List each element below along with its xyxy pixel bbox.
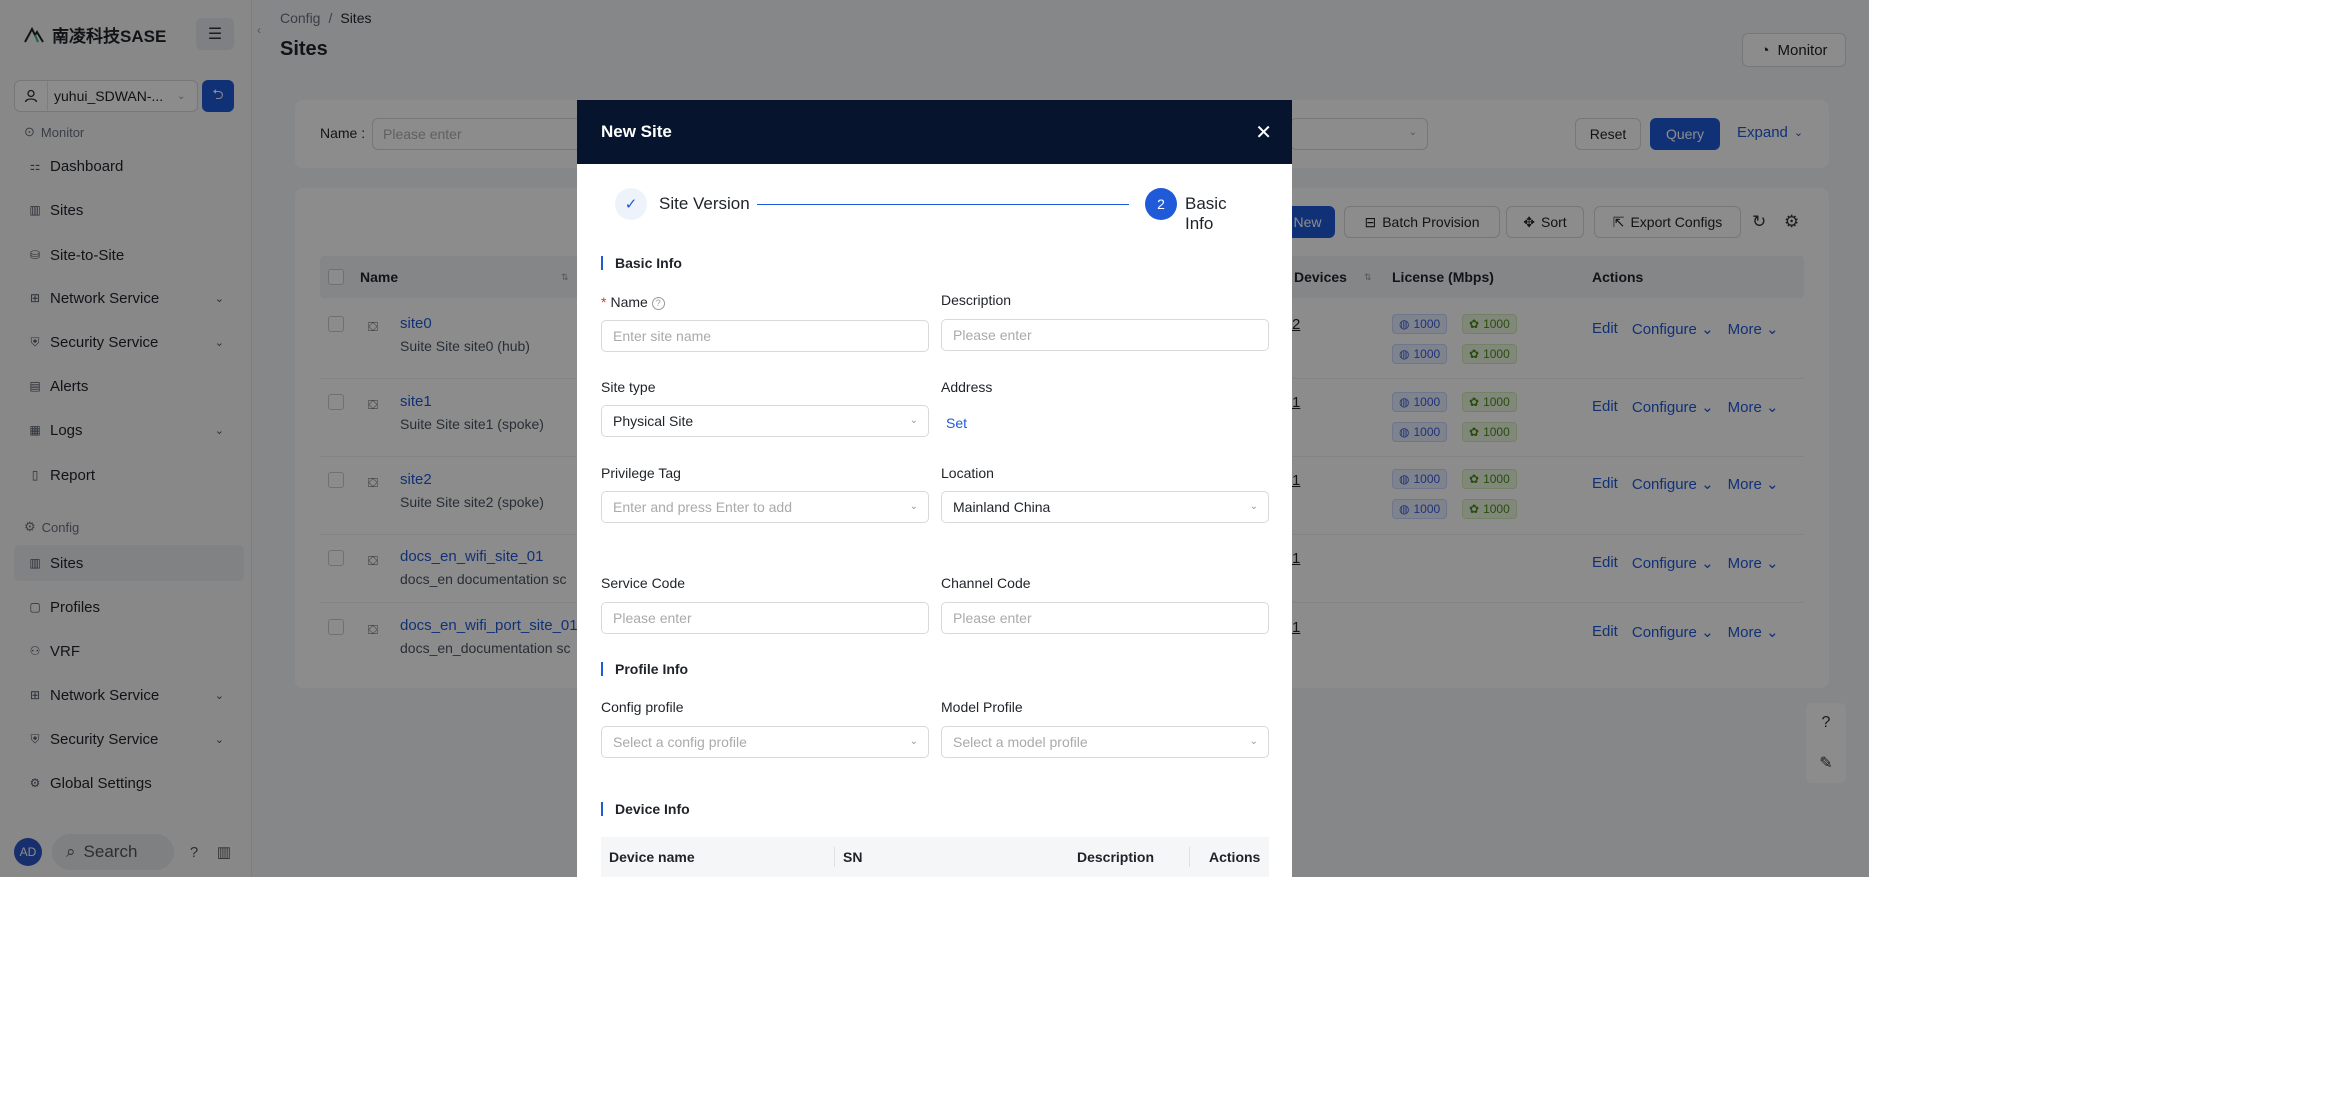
location-label: Location xyxy=(941,465,994,481)
help-icon[interactable]: ? xyxy=(651,297,665,310)
service-code-input[interactable]: Please enter xyxy=(601,602,929,634)
site-type-label: Site type xyxy=(601,379,656,395)
device-column-sn: SN xyxy=(843,849,863,865)
app-window: 南凌科技SASE ☰ yuhui_SDWAN-... ⌄ ⮌ ⊙ Monitor … xyxy=(0,0,1869,877)
privilege-tag-placeholder: Enter and press Enter to add xyxy=(613,499,792,515)
address-label: Address xyxy=(941,379,993,395)
location-value: Mainland China xyxy=(953,499,1051,515)
location-select[interactable]: Mainland China ⌄ xyxy=(941,491,1269,523)
step-basic-info: Basic Info xyxy=(1185,194,1227,233)
model-profile-label: Model Profile xyxy=(941,699,1023,715)
channel-code-input[interactable]: Please enter xyxy=(941,602,1269,634)
new-site-modal: New Site ✕ ✓ Site Version 2 Basic Info B… xyxy=(577,100,1292,877)
service-code-label: Service Code xyxy=(601,575,686,591)
chevron-down-icon: ⌄ xyxy=(1249,501,1258,512)
address-set-link[interactable]: Set xyxy=(946,415,967,431)
config-profile-select[interactable]: Select a config profile ⌄ xyxy=(601,726,929,758)
basic-info-section-title: Basic Info xyxy=(601,256,682,270)
step-connector xyxy=(757,204,1129,205)
model-profile-placeholder: Select a model profile xyxy=(953,734,1088,750)
modal-title: New Site xyxy=(601,122,672,141)
device-column-description: Description xyxy=(1077,849,1155,865)
site-type-select[interactable]: Physical Site ⌄ xyxy=(601,405,929,437)
privilege-tag-input[interactable]: Enter and press Enter to add ⌄ xyxy=(601,491,929,523)
config-profile-placeholder: Select a config profile xyxy=(613,734,747,750)
config-profile-label: Config profile xyxy=(601,699,684,715)
device-table-header: Device name SN Description Actions xyxy=(601,837,1269,877)
description-label: Description xyxy=(941,292,1012,308)
step-number: 2 xyxy=(1145,188,1177,220)
description-input[interactable]: Please enter xyxy=(941,319,1269,351)
site-name-input[interactable]: Enter site name xyxy=(601,320,929,352)
stepper: ✓ Site Version 2 Basic Info xyxy=(615,188,1255,233)
step-site-version[interactable]: Site Version xyxy=(659,194,750,214)
site-type-value: Physical Site xyxy=(613,413,694,429)
chevron-down-icon: ⌄ xyxy=(909,736,918,747)
privilege-tag-label: Privilege Tag xyxy=(601,465,681,481)
chevron-down-icon: ⌄ xyxy=(909,415,918,426)
profile-info-section-title: Profile Info xyxy=(601,662,688,676)
device-column-actions: Actions xyxy=(1209,849,1261,865)
close-icon[interactable]: ✕ xyxy=(1255,120,1272,145)
modal-header: New Site ✕ xyxy=(577,100,1292,164)
column-divider xyxy=(834,847,835,867)
name-label-text: Name xyxy=(610,294,648,310)
model-profile-select[interactable]: Select a model profile ⌄ xyxy=(941,726,1269,758)
chevron-down-icon: ⌄ xyxy=(1249,736,1258,747)
name-label: * Name? xyxy=(601,294,665,310)
channel-code-label: Channel Code xyxy=(941,575,1031,591)
device-info-section-title: Device Info xyxy=(601,802,690,816)
column-divider xyxy=(1189,847,1190,867)
chevron-down-icon: ⌄ xyxy=(909,501,918,512)
device-column-name: Device name xyxy=(609,849,695,865)
required-mark: * xyxy=(601,294,607,310)
check-icon: ✓ xyxy=(615,188,647,220)
